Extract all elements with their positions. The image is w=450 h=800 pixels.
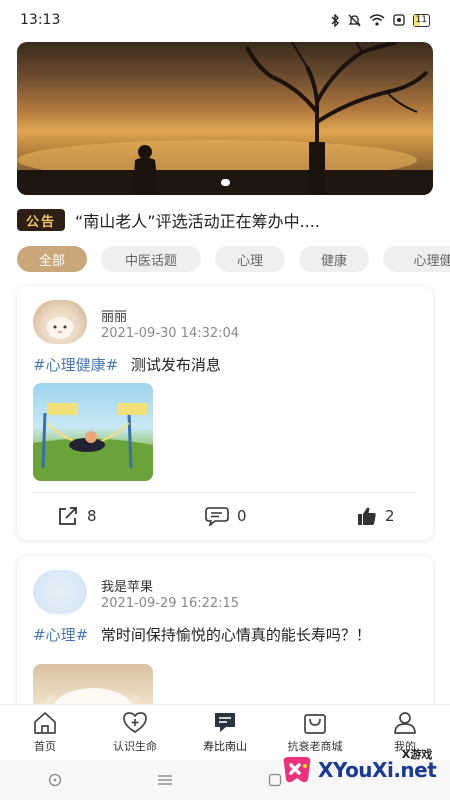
main-content: 公告 “南山老人”评选活动正在筹办中.... 全部 中医话题 心理 健康 心理健… xyxy=(0,40,450,704)
post-time: 2021-09-29 16:22:15 xyxy=(101,596,240,611)
like-count: 2 xyxy=(385,507,395,525)
tab-longevity-label: 寿比南山 xyxy=(203,740,247,753)
tab-know-life[interactable]: 认识生命 xyxy=(90,705,180,760)
post-card[interactable]: 我是苹果 2021-09-29 16:22:15 #心理# 常时间保持愉悦的心情… xyxy=(17,556,433,704)
post-image[interactable] xyxy=(33,383,153,481)
post-content[interactable]: #心理健康# 测试发布消息 xyxy=(33,354,221,375)
user-icon xyxy=(394,712,416,734)
post-content[interactable]: #心理# 常时间保持愉悦的心情真的能长寿吗？！ xyxy=(33,624,371,645)
share-icon xyxy=(59,507,77,525)
like-button[interactable]: 2 xyxy=(357,506,395,526)
watermark-text: X游戏 XYouXi.net xyxy=(318,748,437,782)
status-time: 13:13 xyxy=(20,12,61,28)
tab-mental-health[interactable]: 心理健 xyxy=(383,246,450,272)
post-image-art xyxy=(33,403,153,481)
post-hashtag[interactable]: #心理# xyxy=(33,626,88,644)
comment-count: 0 xyxy=(237,507,247,525)
watermark-small-text: X游戏 xyxy=(401,748,433,761)
mute-icon xyxy=(347,14,361,26)
post-username[interactable]: 我是苹果 xyxy=(101,576,153,595)
thumbs-up-icon xyxy=(358,507,376,525)
post-divider xyxy=(33,492,417,493)
tab-longevity[interactable]: 寿比南山 xyxy=(180,705,270,760)
announcement-badge: 公告 xyxy=(17,209,65,231)
banner-carousel[interactable] xyxy=(17,42,433,195)
comment-button[interactable]: 0 xyxy=(205,506,247,526)
watermark: X游戏 XYouXi.net xyxy=(280,744,445,796)
nav-circle-icon[interactable] xyxy=(48,773,62,787)
tab-tcm-topics[interactable]: 中医话题 xyxy=(101,246,201,272)
shopping-bag-icon xyxy=(304,714,326,734)
avatar-image xyxy=(41,317,79,339)
post-text: 常时间保持愉悦的心情真的能长寿吗？！ xyxy=(100,626,371,644)
post-hashtag[interactable]: #心理健康# xyxy=(33,356,118,374)
tab-psychology[interactable]: 心理 xyxy=(215,246,285,272)
status-bar: 13:13 11 xyxy=(0,0,450,40)
carousel-indicator[interactable] xyxy=(221,179,230,186)
chat-icon xyxy=(215,713,235,732)
post-card[interactable]: 丽丽 2021-09-30 14:32:04 #心理健康# 测试发布消息 8 0… xyxy=(17,286,433,540)
share-button[interactable]: 8 xyxy=(57,506,97,526)
nav-menu-icon[interactable] xyxy=(157,774,173,786)
battery-indicator: 11 xyxy=(412,13,430,27)
avatar[interactable] xyxy=(33,570,87,614)
post-time: 2021-09-30 14:32:04 xyxy=(101,326,240,341)
bluetooth-icon xyxy=(331,13,339,27)
banner-image xyxy=(17,42,433,195)
tab-health[interactable]: 健康 xyxy=(299,246,369,272)
status-icons: 11 xyxy=(330,13,430,27)
announcement-bar[interactable]: 公告 “南山老人”评选活动正在筹办中.... xyxy=(17,208,433,232)
post-image[interactable] xyxy=(33,664,153,704)
tab-home-label: 首页 xyxy=(34,740,56,753)
avatar[interactable] xyxy=(33,300,87,344)
wifi-icon xyxy=(369,14,385,26)
share-count: 8 xyxy=(87,507,97,525)
gamepad-logo-icon xyxy=(283,757,311,783)
announcement-text[interactable]: “南山老人”评选活动正在筹办中.... xyxy=(75,208,320,232)
post-username[interactable]: 丽丽 xyxy=(101,306,127,325)
post-text: 测试发布消息 xyxy=(130,356,221,374)
home-icon xyxy=(34,712,56,734)
screen-record-icon xyxy=(392,14,405,26)
tab-all[interactable]: 全部 xyxy=(17,246,87,272)
category-tabs: 全部 中医话题 心理 健康 心理健 xyxy=(17,246,450,274)
comment-icon xyxy=(205,507,229,526)
post-image-art xyxy=(44,688,142,704)
tab-home[interactable]: 首页 xyxy=(0,705,90,760)
heart-plus-icon xyxy=(123,712,147,733)
tab-know-life-label: 认识生命 xyxy=(113,740,157,753)
